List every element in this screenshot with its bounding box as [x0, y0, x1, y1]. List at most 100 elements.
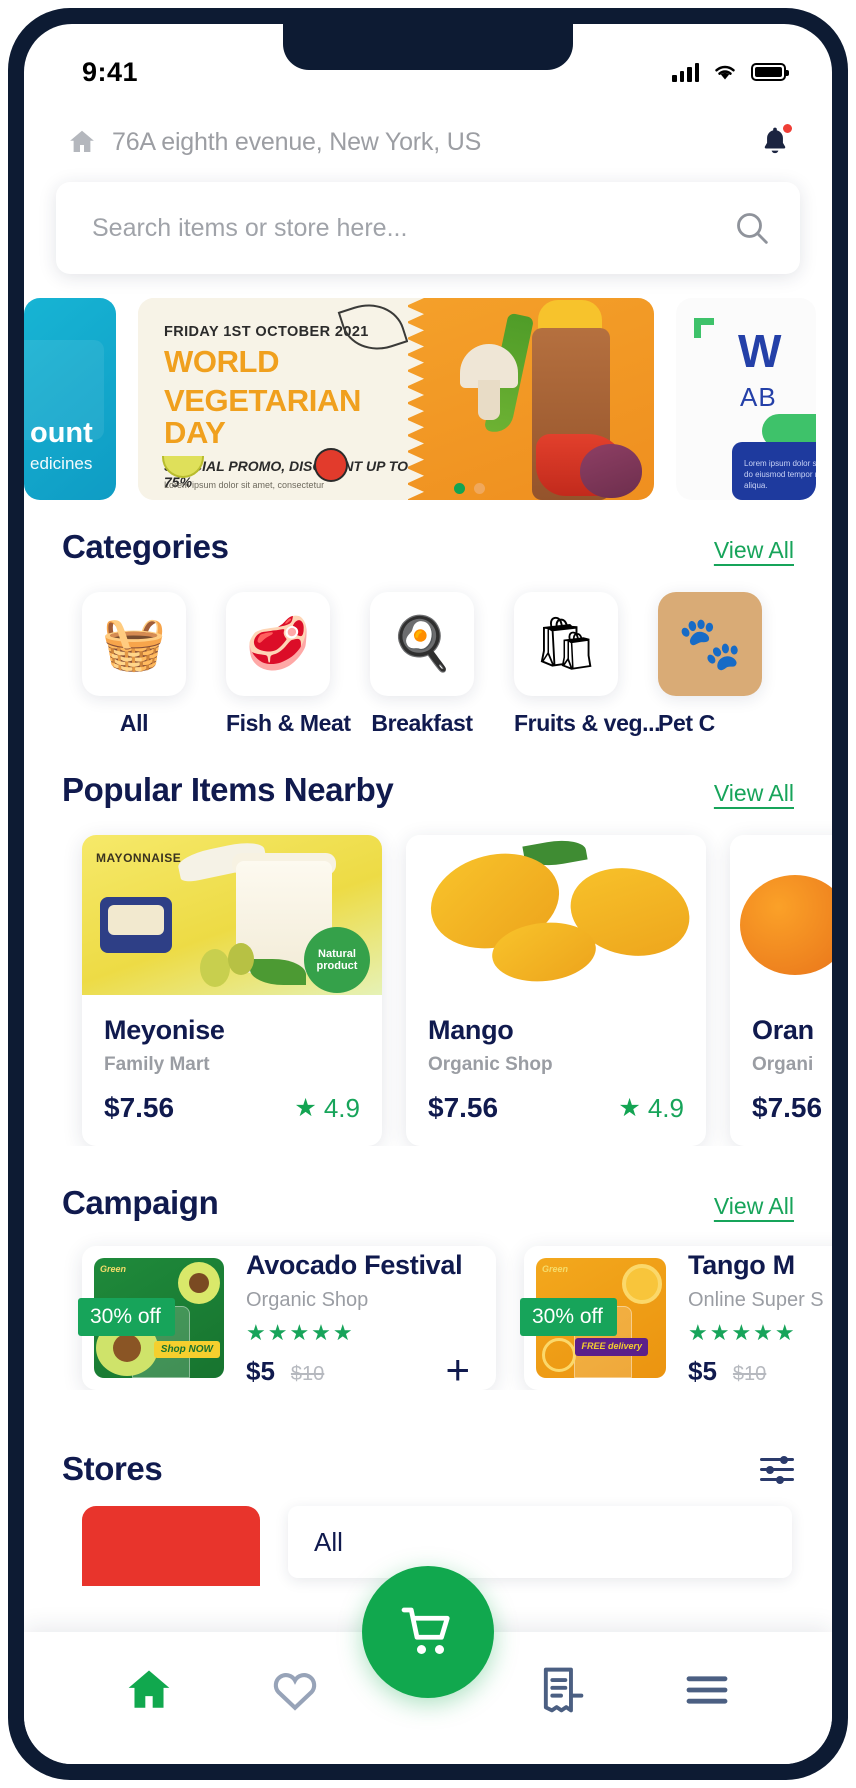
- notch: [283, 24, 573, 70]
- notification-bell[interactable]: [758, 122, 794, 160]
- campaign-section: Campaign View All 30% off Green Shop NOW…: [24, 1184, 832, 1390]
- campaign-stars: ★★★★★: [688, 1319, 797, 1345]
- notification-dot: [781, 122, 794, 135]
- banner-previous[interactable]: ount edicines: [24, 298, 116, 500]
- store-card[interactable]: [82, 1506, 260, 1586]
- status-icons: [672, 62, 789, 82]
- product-price: $7.56: [752, 1092, 823, 1123]
- carousel-dots[interactable]: [454, 483, 485, 494]
- nav-home[interactable]: [113, 1660, 185, 1720]
- campaign-body: Tango M Online Super S ★★★★★ $5 $10: [666, 1250, 832, 1387]
- heart-icon: [273, 1673, 317, 1711]
- product-body: Mango Organic Shop $7.56 ★ 4.9: [406, 995, 706, 1146]
- cart-fab-button[interactable]: [362, 1566, 494, 1698]
- onion-icon: [580, 444, 642, 498]
- product-price: $7.56: [104, 1092, 175, 1123]
- product-image: [406, 835, 706, 995]
- campaign-name: Tango M: [688, 1249, 795, 1280]
- nav-favorites[interactable]: [259, 1660, 331, 1720]
- categories-view-all[interactable]: View All: [714, 537, 794, 564]
- add-to-cart-button[interactable]: +: [445, 1348, 470, 1390]
- search-bar[interactable]: [56, 182, 800, 274]
- shopping-cart-icon: [401, 1607, 450, 1654]
- product-card[interactable]: Oran Organi $7.56 ★ 4.9: [730, 835, 832, 1146]
- address-bar[interactable]: 76A eighth evenue, New York, US: [24, 102, 832, 160]
- campaign-view-all[interactable]: View All: [714, 1193, 794, 1220]
- grocery-bag-icon: 🛍: [514, 592, 618, 696]
- product-store: Organic Shop: [428, 1054, 553, 1075]
- category-label: All: [119, 710, 149, 736]
- banner-next-big: W: [738, 325, 782, 377]
- signal-bars-icon: [672, 62, 699, 82]
- campaign-old-price: $10: [732, 1362, 767, 1385]
- menu-icon: [686, 1676, 728, 1704]
- star-icon: ★: [294, 1094, 317, 1122]
- categories-list[interactable]: 🧺 All 🥩 Fish & Meat 🍳 Breakfast 🛍 Fruits…: [24, 566, 832, 737]
- banner-next[interactable]: W AB Lorem ipsum dolor sit amet, sed do …: [676, 298, 816, 500]
- product-name: Mango: [428, 1015, 514, 1045]
- category-item-fruits-veg[interactable]: 🛍 Fruits & veg...: [514, 592, 660, 737]
- phone-screen: 9:41 76A eighth evenue, New York, US Sea…: [24, 24, 832, 1764]
- nav-orders[interactable]: [525, 1660, 597, 1720]
- campaign-header: Campaign View All: [24, 1184, 832, 1222]
- filter-sliders-icon[interactable]: [760, 1454, 794, 1484]
- campaign-store: Organic Shop: [246, 1288, 369, 1311]
- nav-menu[interactable]: [671, 1660, 743, 1720]
- popular-items-list[interactable]: MAYONNAISE Natural product Meyonise Fami…: [24, 809, 832, 1146]
- categories-title: Categories: [62, 528, 229, 565]
- banner-lorem: Lorem ipsum dolor sit amet, consectetur: [164, 480, 325, 490]
- campaign-price: $5: [688, 1355, 717, 1386]
- banner-photo-panel: [408, 298, 654, 500]
- stores-title: Stores: [62, 1450, 163, 1487]
- discount-badge: 30% off: [520, 1298, 617, 1336]
- category-item-pet-care[interactable]: 🐾 Pet C: [658, 592, 762, 737]
- campaign-title: Campaign: [62, 1184, 219, 1221]
- corner-accent-icon: [694, 318, 714, 338]
- search-section: [24, 160, 832, 274]
- search-input[interactable]: [92, 213, 732, 243]
- carousel-dot[interactable]: [474, 483, 485, 494]
- brand-logo: Green: [542, 1264, 569, 1274]
- product-image-label: MAYONNAISE: [96, 851, 182, 865]
- popular-view-all[interactable]: View All: [714, 780, 794, 807]
- stores-section: Stores All: [24, 1424, 832, 1586]
- status-time: 9:41: [82, 56, 139, 87]
- home-icon: [128, 1670, 170, 1708]
- campaign-image-cta: FREE delivery: [575, 1338, 648, 1356]
- search-icon[interactable]: [732, 208, 772, 248]
- product-store: Family Mart: [104, 1054, 210, 1075]
- home-icon: [70, 130, 94, 152]
- product-image: MAYONNAISE Natural product: [82, 835, 382, 995]
- brand-logo: Green: [100, 1264, 127, 1274]
- natural-product-badge: Natural product: [304, 927, 370, 993]
- banner-vegetarian-day[interactable]: FRIDAY 1ST OCTOBER 2021 WORLD VEGETARIAN…: [138, 298, 654, 500]
- stores-header: Stores: [24, 1424, 832, 1488]
- banner-next-sub: AB: [740, 382, 777, 412]
- category-item-all[interactable]: 🧺 All: [82, 592, 186, 737]
- popular-items-section: Popular Items Nearby View All MAYONNAISE…: [24, 771, 832, 1146]
- basket-icon: 🧺: [82, 592, 186, 696]
- campaign-card[interactable]: 30% off Green FREE delivery Tango M Onli…: [520, 1246, 832, 1390]
- store-filter-all[interactable]: All: [288, 1506, 792, 1578]
- address-text: 76A eighth evenue, New York, US: [112, 127, 482, 156]
- product-card[interactable]: MAYONNAISE Natural product Meyonise Fami…: [82, 835, 382, 1146]
- campaign-store: Online Super S: [688, 1288, 824, 1311]
- campaign-list[interactable]: 30% off Green Shop NOW Avocado Festival …: [24, 1222, 832, 1390]
- product-store: Organi: [752, 1054, 814, 1075]
- product-rating: ★ 4.9: [618, 1093, 684, 1124]
- category-item-breakfast[interactable]: 🍳 Breakfast: [370, 592, 474, 737]
- campaign-price-row: $5 $10: [688, 1356, 832, 1387]
- product-name: Oran: [752, 1015, 814, 1045]
- carousel-dot-active[interactable]: [454, 483, 465, 494]
- star-icon: ★: [618, 1094, 641, 1122]
- category-label: Breakfast: [371, 710, 473, 736]
- category-label: Fish & Meat: [226, 710, 351, 736]
- product-card[interactable]: Mango Organic Shop $7.56 ★ 4.9: [406, 835, 706, 1146]
- campaign-card[interactable]: 30% off Green Shop NOW Avocado Festival …: [78, 1246, 496, 1390]
- banner-carousel[interactable]: ount edicines FRIDAY 1ST OCTOBER 2021 WO…: [24, 298, 832, 500]
- category-item-fish-meat[interactable]: 🥩 Fish & Meat: [226, 592, 351, 737]
- campaign-old-price: $10: [290, 1362, 325, 1385]
- product-price: $7.56: [428, 1092, 499, 1123]
- category-label: Pet C: [658, 710, 715, 736]
- campaign-price: $5: [246, 1355, 275, 1386]
